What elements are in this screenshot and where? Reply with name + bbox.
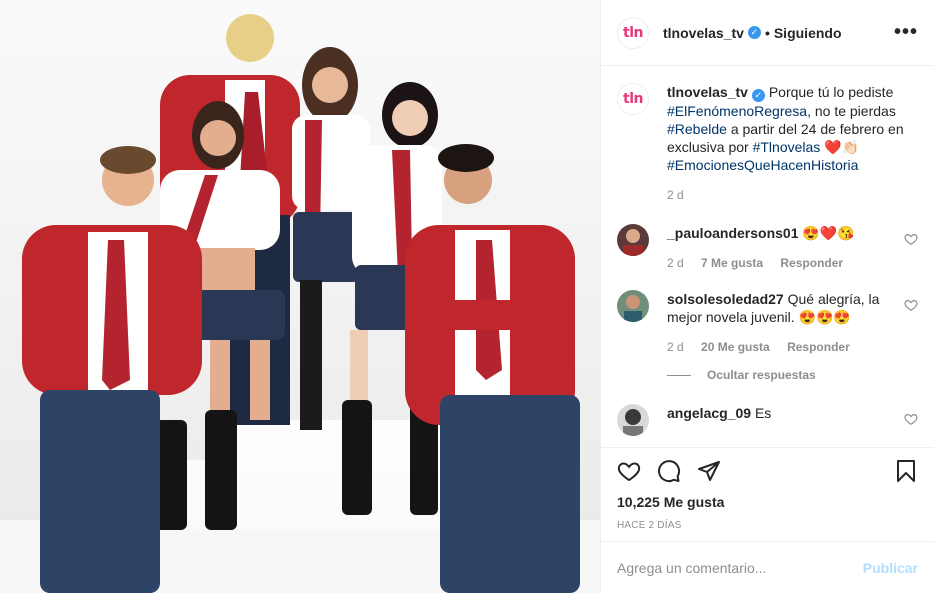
comment-likes[interactable]: 20 Me gusta	[701, 340, 770, 354]
comment-body: _pauloandersons01 😍❤️😘 2 d 7 Me gusta Re…	[667, 224, 896, 272]
post-actions: 10,225 Me gusta HACE 2 DÍAS	[601, 447, 934, 531]
comment-input[interactable]	[617, 559, 863, 576]
caption-emojis: ❤️👏🏻	[824, 139, 860, 155]
commenter-avatar[interactable]	[617, 404, 649, 436]
comment: solsolesoledad27 Qué alegría, la mejor n…	[617, 290, 918, 356]
comments-list[interactable]: tln tlnovelas_tv ✓ Porque tú lo pediste #…	[601, 67, 934, 447]
comment: angelacg_09 Es	[617, 404, 918, 436]
comment-username[interactable]: _pauloandersons01	[667, 225, 799, 241]
publish-button[interactable]: Publicar	[863, 560, 918, 576]
post-sidebar: tln tlnovelas_tv ✓ • Siguiendo ••• tln t…	[600, 0, 934, 593]
hashtag-emocionesquehacenhistoria[interactable]: #EmocionesQueHacenHistoria	[667, 157, 858, 173]
caption-username[interactable]: tlnovelas_tv	[667, 84, 748, 100]
caption-age[interactable]: 2 d	[667, 188, 684, 202]
caption-text: , no te pierdas	[807, 103, 896, 119]
likes-count[interactable]: 10,225 Me gusta	[617, 494, 918, 510]
group-photo-illustration	[0, 0, 600, 593]
comment-text: 😍❤️😘	[802, 225, 855, 241]
commenter-avatar[interactable]	[617, 224, 649, 256]
comment-meta: 2 d 20 Me gusta Responder	[667, 338, 896, 356]
reply-button[interactable]: Responder	[787, 340, 850, 354]
share-paper-plane-icon[interactable]	[697, 459, 721, 483]
hashtag-rebelde[interactable]: #Rebelde	[667, 121, 727, 137]
comment: _pauloandersons01 😍❤️😘 2 d 7 Me gusta Re…	[617, 224, 918, 272]
replies-divider-line	[667, 374, 691, 376]
caption: tln tlnovelas_tv ✓ Porque tú lo pediste #…	[617, 83, 918, 216]
caption-body: tlnovelas_tv ✓ Porque tú lo pediste #ElFe…	[667, 83, 918, 204]
like-comment-heart-icon[interactable]	[904, 232, 918, 246]
caption-avatar[interactable]: tln	[617, 83, 649, 115]
caption-meta: 2 d	[667, 186, 918, 204]
reply-button[interactable]: Responder	[780, 256, 843, 270]
like-heart-icon[interactable]	[617, 459, 641, 483]
action-icons	[617, 448, 918, 494]
account-avatar[interactable]: tln	[617, 16, 649, 49]
comment-meta: 2 d 7 Me gusta Responder	[667, 254, 896, 272]
commenter-avatar[interactable]	[617, 290, 649, 322]
comment-username[interactable]: solsolesoledad27	[667, 291, 784, 307]
comment-age[interactable]: 2 d	[667, 340, 684, 354]
hide-replies-button[interactable]: Ocultar respuestas	[667, 368, 918, 382]
comment-username[interactable]: angelacg_09	[667, 405, 751, 421]
comment-body: angelacg_09 Es	[667, 404, 896, 436]
account-username[interactable]: tlnovelas_tv	[663, 25, 744, 41]
add-comment-bar: Publicar	[601, 541, 934, 593]
hide-replies-label: Ocultar respuestas	[707, 368, 816, 382]
post-header: tln tlnovelas_tv ✓ • Siguiendo •••	[601, 0, 934, 66]
separator-dot: •	[764, 24, 770, 41]
hashtag-tlnovelas[interactable]: #Tlnovelas	[753, 139, 821, 155]
comment-body: solsolesoledad27 Qué alegría, la mejor n…	[667, 290, 896, 356]
post-image[interactable]	[0, 0, 600, 593]
verified-icon: ✓	[751, 89, 765, 102]
caption-text: Porque tú lo pediste	[768, 84, 894, 100]
post-timestamp[interactable]: HACE 2 DÍAS	[617, 520, 918, 531]
following-button[interactable]: Siguiendo	[774, 25, 842, 41]
save-bookmark-icon[interactable]	[894, 459, 918, 483]
more-options-icon[interactable]: •••	[894, 21, 918, 44]
like-comment-heart-icon[interactable]	[904, 412, 918, 426]
like-comment-heart-icon[interactable]	[904, 298, 918, 312]
comment-likes[interactable]: 7 Me gusta	[701, 256, 763, 270]
comment-text: Es	[754, 405, 772, 421]
verified-icon: ✓	[747, 26, 761, 39]
hashtag-elfenomenoregresa[interactable]: #ElFenómenoRegresa	[667, 103, 807, 119]
comment-bubble-icon[interactable]	[657, 459, 681, 483]
comment-age[interactable]: 2 d	[667, 256, 684, 270]
